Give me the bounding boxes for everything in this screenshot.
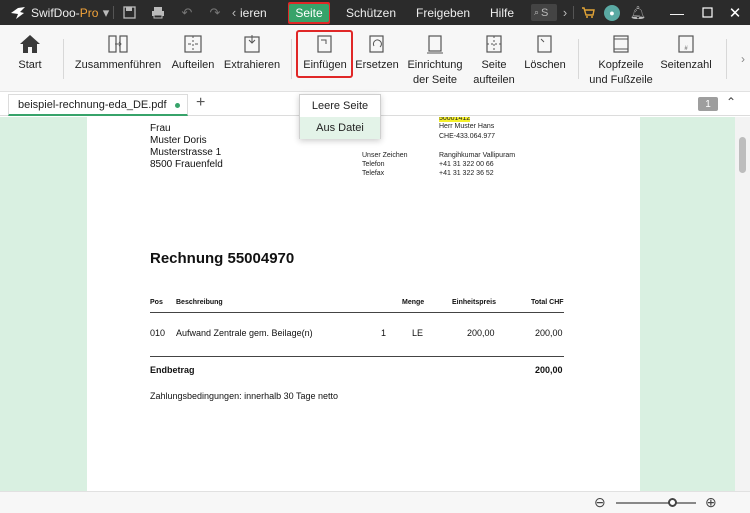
split-icon <box>184 35 202 53</box>
print-icon[interactable] <box>148 0 168 25</box>
extract-icon <box>244 35 260 53</box>
menu-item-blank-page[interactable]: Leere Seite <box>300 95 380 117</box>
document-tab[interactable]: beispiel-rechnung-eda_DE.pdf <box>8 94 188 116</box>
replace-button[interactable]: Ersetzen <box>355 25 399 92</box>
collapse-ribbon-icon[interactable]: ⌃ <box>726 95 736 109</box>
unsaved-dot-icon <box>175 103 180 108</box>
start-button[interactable]: Start <box>12 25 48 92</box>
split-button[interactable]: Aufteilen <box>170 25 216 92</box>
close-icon[interactable]: ✕ <box>725 0 745 25</box>
swifdoo-logo-icon <box>8 0 28 25</box>
menu-item-freigeben[interactable]: Freigeben <box>416 0 470 25</box>
scrollbar-thumb[interactable] <box>739 137 746 173</box>
undo-icon[interactable]: ↶ <box>177 0 197 25</box>
header-footer-button[interactable]: Kopfzeile und Fußzeile <box>586 25 656 92</box>
app-name: SwifDoo- Pro <box>31 5 99 20</box>
search-icon: ⌕ <box>534 7 540 17</box>
insert-button-highlight <box>296 30 353 78</box>
delete-button[interactable]: Löschen <box>522 25 568 92</box>
zoom-slider-knob[interactable] <box>668 498 677 507</box>
replace-icon <box>369 35 384 53</box>
ribbon-toolbar: Start Zusammenführen Aufteilen Extrahier… <box>0 25 750 92</box>
page-number-button[interactable]: # Seitenzahl <box>658 25 714 92</box>
merge-icon <box>108 35 128 53</box>
extract-button[interactable]: Extrahieren <box>224 25 280 92</box>
save-icon[interactable] <box>119 0 139 25</box>
home-icon <box>20 35 40 53</box>
user-icon: ● <box>604 4 620 21</box>
page-number-badge: 1 <box>698 97 718 111</box>
cart-icon[interactable] <box>578 0 598 25</box>
redo-icon[interactable]: ↷ <box>205 0 225 25</box>
menu-scroll-right-icon[interactable]: › <box>559 0 571 25</box>
maximize-icon[interactable] <box>697 0 717 25</box>
menu-item-schuetzen[interactable]: Schützen <box>346 0 396 25</box>
search-input[interactable]: ⌕ S <box>531 4 557 21</box>
menu-item-bearbeiten[interactable]: ieren <box>240 0 267 25</box>
zoom-in-icon[interactable]: ⊕ <box>705 494 717 511</box>
document-view[interactable]: Frau Muster Doris Musterstrasse 1 8500 F… <box>0 117 750 491</box>
header-footer-icon <box>613 35 629 53</box>
svg-text:#: # <box>684 46 688 52</box>
user-avatar[interactable]: ● <box>604 0 620 25</box>
merge-button[interactable]: Zusammenführen <box>72 25 164 92</box>
pdf-page: Frau Muster Doris Musterstrasse 1 8500 F… <box>87 117 640 491</box>
zoom-slider[interactable] <box>616 498 696 507</box>
invoice-title: Rechnung 55004970 <box>150 250 295 267</box>
add-tab-icon[interactable]: + <box>196 94 205 112</box>
menu-scroll-left-icon[interactable]: ‹ <box>228 0 240 25</box>
ribbon-scroll-right-icon[interactable]: › <box>736 25 750 92</box>
page-setup-icon <box>427 35 443 54</box>
menu-item-hilfe[interactable]: Hilfe <box>490 0 514 25</box>
delete-page-icon <box>537 35 552 53</box>
title-bar: SwifDoo- Pro ▾ ↶ ↷ ‹ ieren Seite Schützen… <box>0 0 750 25</box>
menu-item-seite[interactable]: Seite <box>288 2 330 24</box>
insert-dropdown-menu: Leere Seite Aus Datei <box>299 94 381 139</box>
notification-bell-icon[interactable]: 🔔︎ <box>628 0 648 25</box>
zoom-out-icon[interactable]: ⊖ <box>594 494 606 511</box>
split-page-button[interactable]: Seite aufteilen <box>468 25 520 92</box>
minimize-icon[interactable]: — <box>667 0 687 25</box>
vertical-scrollbar[interactable] <box>735 117 750 491</box>
status-bar: ⊖ ⊕ <box>0 491 750 513</box>
menu-item-from-file[interactable]: Aus Datei <box>300 117 380 139</box>
page-setup-button[interactable]: Einrichtung der Seite <box>404 25 466 92</box>
page-number-icon: # <box>678 35 694 53</box>
split-page-icon <box>486 35 502 53</box>
